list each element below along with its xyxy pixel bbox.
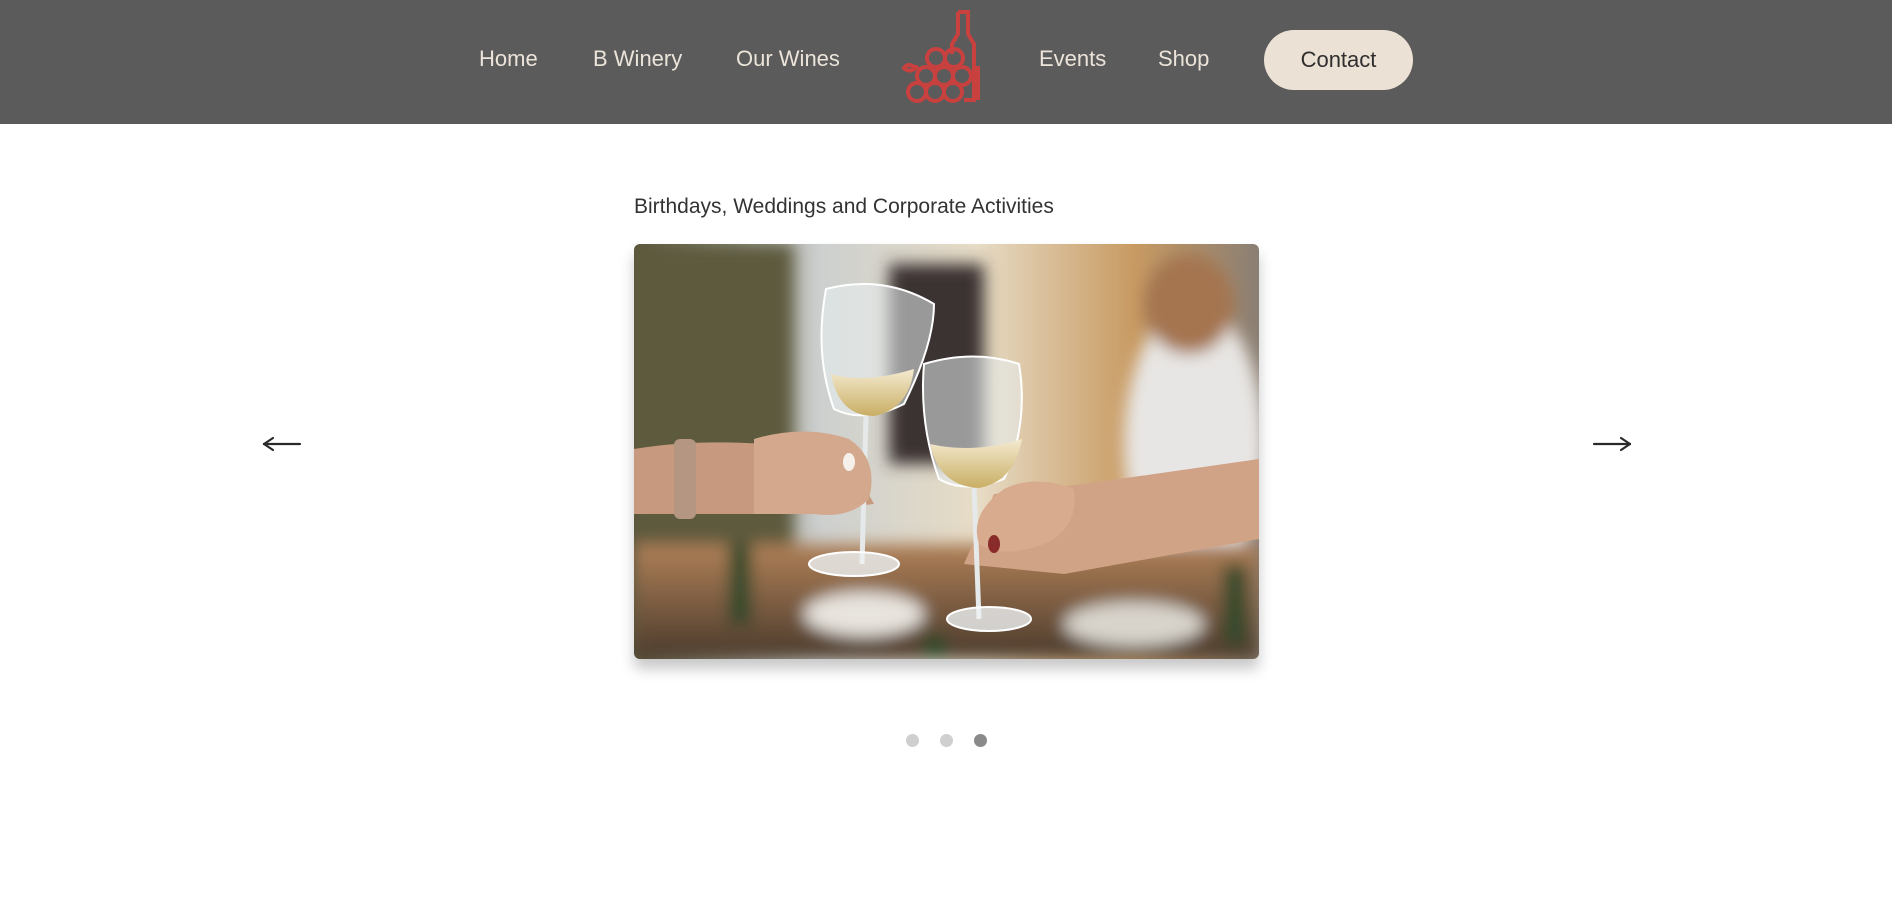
nav-link-events[interactable]: Events [1039, 44, 1106, 74]
arrow-left-icon[interactable] [260, 424, 304, 464]
wine-bottle-grapes-icon[interactable] [896, 8, 990, 106]
nav-link-b-winery[interactable]: B Winery [593, 44, 682, 74]
arrow-right-icon[interactable] [1590, 424, 1634, 464]
carousel-dot-2[interactable] [940, 734, 953, 747]
carousel-pagination [900, 734, 1000, 750]
nav-link-shop[interactable]: Shop [1158, 44, 1209, 74]
nav-link-our-wines[interactable]: Our Wines [736, 44, 840, 74]
contact-button[interactable]: Contact [1264, 30, 1413, 90]
top-navigation-bar: Home B Winery Our Wines Events Shop Cont… [0, 0, 1892, 124]
slide-title: Birthdays, Weddings and Corporate Activi… [634, 195, 1054, 218]
nav-link-home[interactable]: Home [479, 44, 538, 74]
carousel-dot-1[interactable] [906, 734, 919, 747]
carousel-dot-3[interactable] [974, 734, 987, 747]
slide-image [634, 244, 1259, 659]
